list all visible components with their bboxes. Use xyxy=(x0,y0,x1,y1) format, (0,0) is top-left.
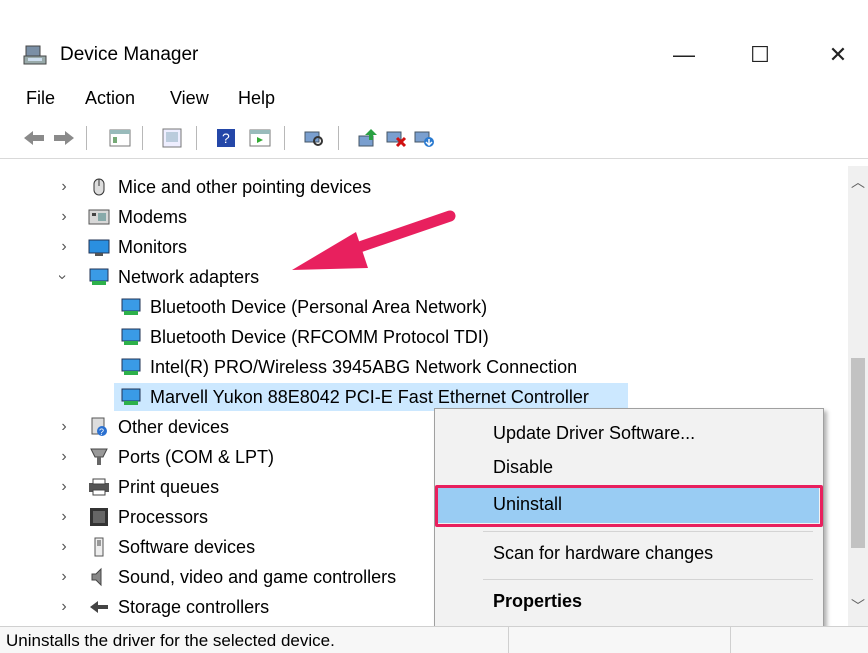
context-menu: Update Driver Software... Disable Uninst… xyxy=(434,408,824,628)
scroll-down-icon[interactable]: ﹀ xyxy=(848,594,868,618)
menu-help[interactable]: Help xyxy=(238,88,275,109)
chevron-right-icon[interactable]: › xyxy=(56,448,72,465)
chevron-right-icon[interactable]: › xyxy=(56,178,72,195)
toolbar: ? xyxy=(0,118,868,159)
uninstall-icon[interactable] xyxy=(384,126,408,150)
disable-menu-item[interactable]: Disable xyxy=(493,457,553,478)
toolbar-separator xyxy=(142,126,143,150)
tree-item-label: Monitors xyxy=(118,236,188,257)
chevron-right-icon[interactable]: › xyxy=(56,598,72,615)
toolbar-separator xyxy=(86,126,87,150)
tree-item-label: Storage controllers xyxy=(118,596,270,617)
status-text: Uninstalls the driver for the selected d… xyxy=(6,631,335,650)
toolbar-separator xyxy=(284,126,285,150)
chevron-down-icon[interactable]: › xyxy=(54,269,71,285)
properties-menu-item[interactable]: Properties xyxy=(493,591,582,612)
help-icon[interactable]: ? xyxy=(214,126,238,150)
minimize-button[interactable]: — xyxy=(664,40,704,70)
tree-item-label: Modems xyxy=(118,206,188,227)
network-adapter-icon xyxy=(88,266,110,288)
chevron-right-icon[interactable]: › xyxy=(56,208,72,225)
printer-icon xyxy=(88,476,110,498)
annotation-highlight-box xyxy=(435,485,823,527)
tree-item-label: Other devices xyxy=(118,416,230,437)
chevron-right-icon[interactable]: › xyxy=(56,478,72,495)
tree-item-label: Bluetooth Device (Personal Area Network) xyxy=(150,296,488,317)
action-view-icon[interactable] xyxy=(248,126,272,150)
chevron-right-icon[interactable]: › xyxy=(56,508,72,525)
speaker-icon xyxy=(88,566,110,588)
maximize-button[interactable]: ☐ xyxy=(740,40,780,70)
mouse-icon xyxy=(88,176,110,198)
chevron-right-icon[interactable]: › xyxy=(56,418,72,435)
back-icon[interactable] xyxy=(22,126,46,150)
tree-item-label: Network adapters xyxy=(118,266,260,287)
window-title: Device Manager xyxy=(60,44,199,65)
tree-item-label: Intel(R) PRO/Wireless 3945ABG Network Co… xyxy=(150,356,578,377)
enable-device-icon[interactable] xyxy=(412,126,436,150)
tree-item-label: Mice and other pointing devices xyxy=(118,176,372,197)
software-device-icon xyxy=(88,536,110,558)
modem-icon xyxy=(88,206,110,228)
scan-hardware-icon[interactable] xyxy=(302,126,326,150)
network-adapter-icon xyxy=(120,386,142,408)
unknown-device-icon: ? xyxy=(88,416,110,438)
chevron-right-icon[interactable]: › xyxy=(56,568,72,585)
processor-icon xyxy=(88,506,110,528)
scrollbar-thumb[interactable] xyxy=(851,358,865,548)
update-driver-icon[interactable] xyxy=(356,126,380,150)
monitor-icon xyxy=(88,236,110,258)
status-divider xyxy=(508,627,509,653)
tree-item-label: Marvell Yukon 88E8042 PCI-E Fast Etherne… xyxy=(150,386,589,407)
tree-item-label: Sound, video and game controllers xyxy=(118,566,397,587)
port-icon xyxy=(88,446,110,468)
menu-view[interactable]: View xyxy=(170,88,209,109)
scroll-up-icon[interactable]: ︿ xyxy=(848,170,868,194)
status-bar: Uninstalls the driver for the selected d… xyxy=(0,626,868,653)
tree-item-label: Ports (COM & LPT) xyxy=(118,446,275,467)
vertical-scrollbar[interactable]: ︿ ﹀ xyxy=(848,166,868,626)
status-divider xyxy=(730,627,731,653)
toolbar-separator xyxy=(338,126,339,150)
update-driver-menu-item[interactable]: Update Driver Software... xyxy=(493,423,695,444)
forward-icon[interactable] xyxy=(52,126,76,150)
tree-item-label: Print queues xyxy=(118,476,220,497)
menu-action[interactable]: Action xyxy=(85,88,135,109)
menu-separator xyxy=(483,531,813,532)
svg-text:?: ? xyxy=(222,130,230,146)
close-button[interactable]: ✕ xyxy=(818,40,858,70)
tree-item-label: Bluetooth Device (RFCOMM Protocol TDI) xyxy=(150,326,489,347)
svg-text:?: ? xyxy=(99,427,104,437)
network-adapter-icon xyxy=(120,356,142,378)
chevron-right-icon[interactable]: › xyxy=(56,238,72,255)
network-adapter-icon xyxy=(120,296,142,318)
title-bar: Device Manager — ☐ ✕ xyxy=(0,30,868,80)
chevron-right-icon[interactable]: › xyxy=(56,538,72,555)
tree-item-label: Software devices xyxy=(118,536,256,557)
show-hidden-icon[interactable] xyxy=(160,126,184,150)
storage-icon xyxy=(88,596,110,618)
menu-bar: File Action View Help xyxy=(0,84,868,116)
properties-view-icon[interactable] xyxy=(108,126,132,150)
tree-item-device-selected[interactable]: Marvell Yukon 88E8042 PCI-E Fast Etherne… xyxy=(114,383,628,411)
toolbar-separator xyxy=(196,126,197,150)
menu-file[interactable]: File xyxy=(26,88,55,109)
network-adapter-icon xyxy=(120,326,142,348)
scan-hardware-menu-item[interactable]: Scan for hardware changes xyxy=(493,543,713,564)
menu-separator xyxy=(483,579,813,580)
tree-item-label: Processors xyxy=(118,506,209,527)
device-manager-icon xyxy=(22,44,50,68)
